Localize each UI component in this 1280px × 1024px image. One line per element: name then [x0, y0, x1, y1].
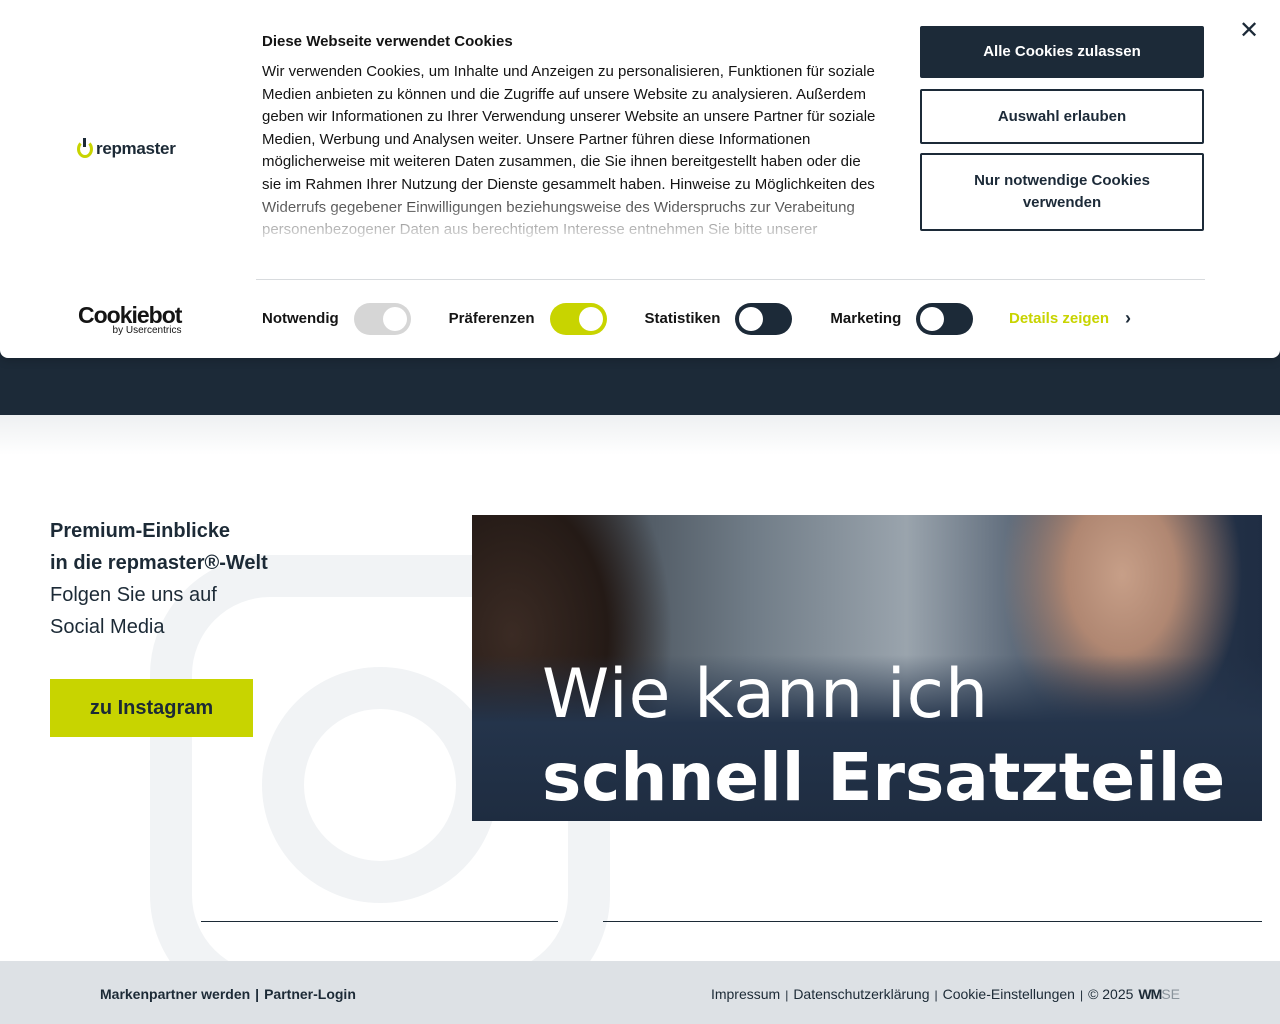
toggle-label-necessary: Notwendig [262, 310, 339, 327]
promo-text-line2: Social Media [50, 616, 165, 638]
cookiebot-logo[interactable]: Cookiebot by Usercentrics [78, 302, 182, 336]
header-shadow [0, 415, 1280, 455]
chevron-right-icon: › [1125, 308, 1132, 328]
toggle-group-marketing: Marketing [830, 302, 974, 335]
cookiebot-logo-name: Cookiebot [78, 302, 182, 328]
necessary-only-button[interactable]: Nur notwendige Cookies verwenden [920, 153, 1204, 231]
toggle-marketing[interactable] [916, 302, 974, 335]
divider-right [603, 921, 1262, 922]
footer-separator: | [785, 988, 789, 1002]
toggle-necessary [353, 302, 411, 335]
hero-video[interactable]: Wie kann ich schnell Ersatzteile [472, 515, 1262, 821]
footer: Markenpartner werden | Partner-Login Imp… [0, 961, 1280, 1024]
hero-caption-line1: Wie kann ich [542, 655, 990, 734]
cookie-dialog-divider [256, 279, 1205, 280]
footer-separator: | [1079, 988, 1084, 1002]
toggle-statistics[interactable] [735, 302, 793, 335]
toggle-knob [920, 306, 945, 331]
toggle-group-preferences: Präferenzen [448, 302, 607, 335]
footer-link-markenpartner[interactable]: Markenpartner werden [100, 986, 250, 1002]
divider-left [201, 921, 558, 922]
toggle-group-statistics: Statistiken [644, 302, 793, 335]
allow-selection-button[interactable]: Auswahl erlauben [920, 89, 1204, 144]
toggle-knob [382, 306, 407, 331]
footer-link-impressum[interactable]: Impressum [711, 986, 780, 1002]
toggle-preferences[interactable] [549, 302, 607, 335]
company-logo-se: SE [1161, 986, 1180, 1002]
cookie-category-toggles: Notwendig Präferenzen Statistiken Market… [262, 302, 1011, 335]
close-icon[interactable]: ✕ [1237, 19, 1261, 43]
toggle-group-necessary: Notwendig [262, 302, 411, 335]
footer-legal-links: Impressum | Datenschutzerklärung | Cooki… [711, 986, 1180, 1002]
cookie-consent-dialog: repmaster Cookiebot by Usercentrics Dies… [0, 0, 1280, 358]
toggle-label-marketing: Marketing [830, 310, 902, 327]
footer-separator: | [255, 986, 260, 1002]
toggle-label-statistics: Statistiken [644, 310, 721, 327]
copyright: © 2025 [1088, 986, 1134, 1002]
toggle-label-preferences: Präferenzen [448, 310, 535, 327]
footer-link-cookie-settings[interactable]: Cookie-Einstellungen [943, 986, 1075, 1002]
footer-partner-links: Markenpartner werden | Partner-Login [100, 986, 356, 1002]
company-logo-wm: WM [1138, 986, 1162, 1002]
promo-heading-line2: in die repmaster®-Welt [50, 552, 268, 574]
show-details-label: Details zeigen [1009, 310, 1110, 327]
allow-all-cookies-button[interactable]: Alle Cookies zulassen [920, 26, 1204, 78]
promo-text-line1: Folgen Sie uns auf [50, 584, 217, 606]
instagram-icon-lens [262, 667, 498, 903]
hero-caption-line2: schnell Ersatzteile [542, 739, 1226, 816]
repmaster-logo-icon [77, 138, 93, 158]
repmaster-logo-text: repmaster [96, 139, 176, 158]
toggle-knob [578, 306, 603, 331]
social-promo: Premium-Einblicke in die repmaster®-Welt… [50, 515, 430, 643]
toggle-knob [739, 306, 764, 331]
cookie-body-fade [262, 190, 882, 252]
show-details-link[interactable]: Details zeigen › [1009, 308, 1132, 328]
instagram-button[interactable]: zu Instagram [50, 679, 253, 737]
footer-link-datenschutz[interactable]: Datenschutzerklärung [793, 986, 929, 1002]
footer-link-partner-login[interactable]: Partner-Login [264, 986, 356, 1002]
cookie-dialog-title: Diese Webseite verwendet Cookies [262, 33, 513, 50]
hero-caption: Wie kann ich schnell Ersatzteile [542, 655, 1225, 821]
footer-separator: | [934, 988, 938, 1002]
repmaster-logo: repmaster [77, 138, 176, 159]
company-logo: WMSE [1138, 986, 1180, 1002]
promo-heading-line1: Premium-Einblicke [50, 520, 231, 542]
